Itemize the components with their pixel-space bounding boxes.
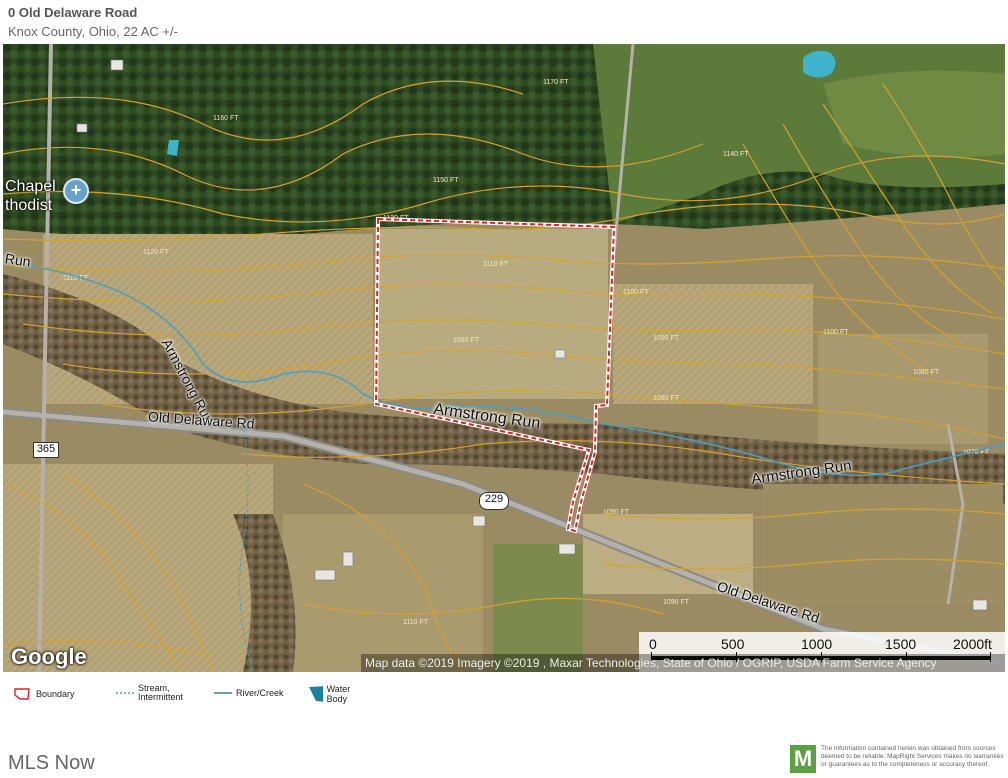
disclaimer-text: The information contained herein was obt… [821, 745, 1004, 768]
church-icon[interactable]: + [63, 178, 89, 204]
contour-label: 1100 FT [823, 329, 849, 336]
contour-label: 1090 FT [603, 509, 630, 516]
water-body-nw [167, 140, 179, 156]
contour-label: 1170 FT [543, 79, 569, 86]
field-parcel [378, 229, 608, 399]
map-canvas: 1160 FT 1150 FT 1140 FT 1130 FT 1120 FT … [3, 44, 1005, 672]
route-shield-365: 365 [33, 442, 59, 458]
contour-label: 1120 FT [143, 249, 169, 256]
contour-label: 1090 FT [663, 599, 690, 606]
mapright-logo-icon: M [790, 745, 816, 773]
water-body-icon [309, 686, 323, 702]
contour-label: 1090 FT [453, 337, 480, 344]
legend-water: Water Body [308, 684, 358, 704]
scale-label: 1500 [885, 636, 917, 652]
contour-label: 1160 FT [213, 115, 239, 122]
contour-label: 1100 FT [623, 289, 649, 296]
contour-label: 1080 FT [913, 369, 940, 376]
map-attribution[interactable]: Map data ©2019 Imagery ©2019 , Maxar Tec… [361, 654, 1005, 672]
header-title: 0 Old Delaware Road [8, 5, 138, 20]
scale-label: 1000 [801, 636, 833, 652]
scale-label: 2000ft [953, 636, 992, 652]
contour-label: 1110 FT [403, 619, 429, 626]
stream-label-run: Run [4, 250, 32, 270]
place-label-chapel: Chapel thodist [5, 178, 56, 214]
legend-boundary: Boundary [14, 688, 75, 700]
contour-label: 1090 FT [653, 335, 680, 342]
legend-river: River/Creek [214, 688, 284, 698]
header-subtitle: Knox County, Ohio, 22 AC +/- [8, 24, 178, 39]
google-logo[interactable]: Google [11, 644, 87, 670]
scale-label: 0 [649, 636, 657, 652]
contour-label: 1110 FT [483, 261, 509, 268]
water-body-ne [803, 50, 836, 78]
contour-label: 1080 FT [653, 395, 680, 402]
map-view[interactable]: 1160 FT 1150 FT 1140 FT 1130 FT 1120 FT … [3, 44, 1005, 672]
route-shield-229: 229 [479, 492, 509, 510]
legend-stream: Stream, Intermittent [116, 684, 183, 702]
contour-label: 1140 FT [723, 151, 749, 158]
river-icon [214, 692, 232, 694]
boundary-icon [14, 688, 30, 700]
field-east [613, 284, 813, 404]
mls-now-label: MLS Now [8, 752, 95, 774]
scale-label: 500 [721, 636, 745, 652]
contour-label: 1150 FT [433, 177, 459, 184]
stream-icon [116, 692, 134, 694]
